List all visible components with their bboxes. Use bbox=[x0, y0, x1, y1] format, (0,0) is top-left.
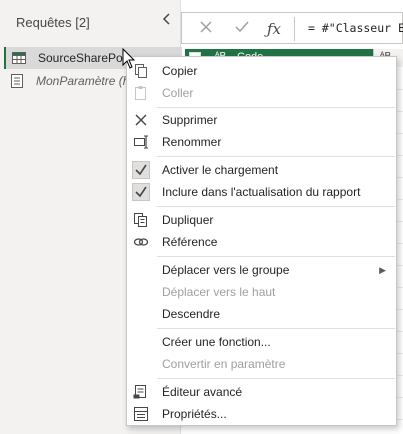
menu-item-label: Propriétés... bbox=[162, 407, 227, 421]
confirm-formula-button[interactable] bbox=[232, 19, 252, 39]
menu-separator bbox=[157, 256, 395, 257]
menu-item-label: Dupliquer bbox=[162, 213, 214, 227]
menu-item-proprietes[interactable]: Propriétés... bbox=[127, 403, 396, 425]
collapse-pane-button[interactable] bbox=[160, 12, 174, 30]
menu-item-label: Supprimer bbox=[162, 113, 218, 127]
menu-item-coller[interactable]: Coller bbox=[127, 82, 396, 104]
cancel-formula-button[interactable] bbox=[196, 19, 216, 39]
menu-item-label: Déplacer vers le haut bbox=[162, 285, 276, 299]
menu-item-label: Coller bbox=[162, 86, 194, 100]
menu-item-supprimer[interactable]: Supprimer bbox=[127, 109, 396, 131]
menu-item-inclure-actualisation[interactable]: Inclure dans l'actualisation du rapport bbox=[127, 181, 396, 203]
checkmark-icon bbox=[132, 183, 150, 201]
menu-separator bbox=[157, 107, 395, 108]
reference-icon bbox=[133, 238, 149, 246]
menu-item-convertir-parametre[interactable]: Convertir en paramètre bbox=[127, 353, 396, 375]
menu-item-copier[interactable]: Copier bbox=[127, 60, 396, 82]
close-icon bbox=[200, 21, 212, 33]
menu-item-label: Référence bbox=[162, 235, 218, 249]
menu-item-label: Éditeur avancé bbox=[162, 385, 243, 399]
rename-icon bbox=[134, 135, 148, 149]
mouse-cursor-icon bbox=[122, 48, 136, 69]
duplicate-icon bbox=[134, 213, 147, 227]
menu-item-label: Convertir en paramètre bbox=[162, 357, 286, 371]
menu-item-label: Renommer bbox=[162, 135, 222, 149]
check-icon bbox=[235, 21, 249, 33]
query-item-label: MonParamètre (h bbox=[36, 74, 130, 88]
menu-item-label: Inclure dans l'actualisation du rapport bbox=[162, 185, 361, 199]
menu-separator bbox=[157, 156, 395, 157]
menu-item-reference[interactable]: Référence bbox=[127, 231, 396, 253]
menu-item-descendre[interactable]: Descendre bbox=[127, 303, 396, 325]
menu-separator bbox=[157, 378, 395, 379]
advanced-editor-icon bbox=[133, 385, 146, 399]
formula-bar: ƒx = #"Classeur Ex bbox=[181, 12, 403, 44]
menu-item-label: Activer le chargement bbox=[162, 163, 279, 177]
formula-separator bbox=[294, 17, 295, 41]
menu-item-editeur-avance[interactable]: Éditeur avancé bbox=[127, 381, 396, 403]
checkmark-icon bbox=[132, 161, 150, 179]
properties-icon bbox=[134, 407, 148, 421]
chevron-left-icon bbox=[162, 13, 170, 25]
menu-item-deplacer-groupe[interactable]: Déplacer vers le groupe ▶ bbox=[127, 259, 396, 281]
menu-item-activer-chargement[interactable]: Activer le chargement bbox=[127, 159, 396, 181]
parameter-icon bbox=[11, 74, 23, 88]
fx-icon[interactable]: ƒx bbox=[264, 19, 284, 39]
query-item-label: SourceSharePoin bbox=[38, 51, 133, 65]
submenu-arrow-icon: ▶ bbox=[379, 265, 386, 275]
menu-item-dupliquer[interactable]: Dupliquer bbox=[127, 209, 396, 231]
menu-item-label: Créer une fonction... bbox=[162, 335, 271, 349]
table-icon bbox=[12, 52, 26, 64]
formula-text[interactable]: = #"Classeur Ex bbox=[308, 21, 403, 35]
paste-icon bbox=[135, 86, 146, 100]
menu-item-renommer[interactable]: Renommer bbox=[127, 131, 396, 153]
menu-separator bbox=[157, 328, 395, 329]
menu-item-label: Déplacer vers le groupe bbox=[162, 263, 290, 277]
context-menu: Copier Coller Supprimer Renommer Activer… bbox=[126, 56, 397, 426]
menu-separator bbox=[157, 206, 395, 207]
menu-item-creer-fonction[interactable]: Créer une fonction... bbox=[127, 331, 396, 353]
queries-pane-title: Requêtes [2] bbox=[16, 15, 90, 30]
menu-item-label: Copier bbox=[162, 64, 198, 78]
menu-item-label: Descendre bbox=[162, 307, 221, 321]
delete-icon bbox=[135, 114, 147, 126]
menu-item-deplacer-haut[interactable]: Déplacer vers le haut bbox=[127, 281, 396, 303]
